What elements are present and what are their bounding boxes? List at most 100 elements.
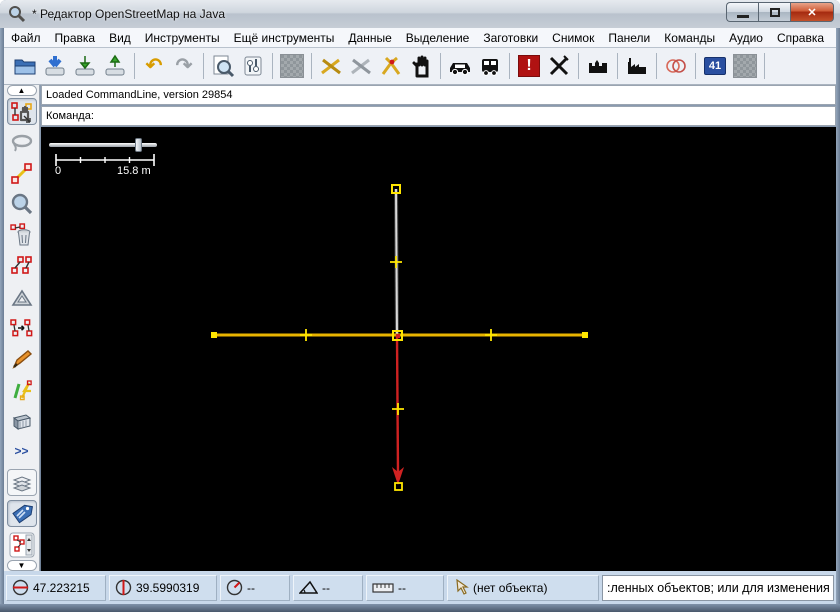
tools-inactive-button[interactable] — [346, 51, 376, 81]
longitude-icon — [115, 579, 132, 596]
set-square-icon — [11, 289, 32, 306]
imagery-placeholder-button[interactable] — [277, 51, 307, 81]
minimize-button[interactable] — [726, 2, 758, 22]
lasso-tool-button[interactable] — [7, 129, 37, 156]
upload-button[interactable] — [100, 51, 130, 81]
menu-edit[interactable]: Правка — [48, 29, 103, 47]
zoom-tool-button[interactable] — [7, 191, 37, 218]
pan-tool-button[interactable] — [406, 51, 436, 81]
toolbar-separator — [578, 53, 579, 79]
menu-audio[interactable]: Аудио — [722, 29, 770, 47]
node-east-end[interactable] — [582, 332, 588, 338]
sidebar-scroll-down-button[interactable]: ▼ — [6, 559, 37, 571]
upload-icon — [105, 54, 125, 76]
command-row[interactable]: Команда: — [41, 106, 836, 126]
maximize-button[interactable] — [758, 2, 790, 22]
extrude-block-icon — [12, 414, 31, 430]
node-west-end[interactable] — [211, 332, 217, 338]
improve-accuracy-tool-button[interactable] — [7, 376, 37, 403]
command-label: Команда: — [46, 110, 94, 122]
toolbar-separator — [617, 53, 618, 79]
latitude-icon — [12, 579, 29, 596]
crossed-tools-icon — [321, 58, 341, 75]
close-icon: ✕ — [807, 6, 817, 19]
longitude-value: 39.5990319 — [136, 580, 200, 595]
draw-way-tool-button[interactable] — [7, 160, 37, 187]
heading-value: -- — [247, 580, 255, 595]
angle-field: -- — [293, 574, 363, 601]
redo-button[interactable]: ↷ — [169, 51, 199, 81]
menu-more-tools[interactable]: Ещё инструменты — [227, 29, 342, 47]
angle-snap-tool-button[interactable] — [7, 284, 37, 311]
follow-line-icon — [9, 319, 32, 337]
menu-view[interactable]: Вид — [102, 29, 138, 47]
magnifier-icon — [11, 194, 32, 215]
heading-field: -- — [220, 574, 290, 601]
tools-active-button[interactable] — [316, 51, 346, 81]
close-button[interactable]: ✕ — [790, 2, 834, 22]
menu-presets[interactable]: Заготовки — [476, 29, 545, 47]
save-button[interactable] — [40, 51, 70, 81]
map-canvas[interactable]: 0 15.8 m — [41, 127, 836, 571]
factory-button[interactable] — [622, 51, 652, 81]
layers-panel-button[interactable] — [6, 468, 37, 496]
menu-imagery[interactable]: Снимок — [545, 29, 601, 47]
tags-panel-button[interactable] — [6, 499, 37, 528]
unglue-tool-button[interactable] — [7, 253, 37, 280]
scroll-down-icon: ▼ — [17, 560, 26, 570]
angle-icon — [299, 580, 318, 595]
latitude-field: 47.223215 — [6, 574, 106, 601]
sidebar-scroll-up-button[interactable]: ▲ — [6, 85, 37, 96]
object-info-value: (нет объекта) — [473, 580, 548, 595]
map-objects-layer — [211, 184, 588, 491]
menu-commands[interactable]: Команды — [657, 29, 722, 47]
heading-compass-icon — [226, 579, 243, 596]
menu-help[interactable]: Справка — [770, 29, 831, 47]
warning-button[interactable]: ! — [514, 51, 544, 81]
undo-button[interactable]: ↶ — [139, 51, 169, 81]
pencil-tool-button[interactable] — [7, 345, 37, 372]
node-south-end[interactable] — [394, 482, 403, 491]
restriction-button[interactable] — [544, 51, 574, 81]
placeholder-button[interactable] — [730, 51, 760, 81]
menu-data[interactable]: Данные — [341, 29, 398, 47]
log-message: Loaded CommandLine, version 29854 — [46, 89, 233, 101]
tools-red-dot-button[interactable] — [376, 51, 406, 81]
toolbar-separator — [311, 53, 312, 79]
help-text: :ленных объектов; или для изменения выде… — [607, 580, 833, 595]
search-preferences-button[interactable] — [208, 51, 238, 81]
car-button[interactable] — [445, 51, 475, 81]
bus-button[interactable] — [475, 51, 505, 81]
toolbar-separator — [509, 53, 510, 79]
title-bar[interactable]: * Редактор OpenStreetMap на Java ✕ — [0, 0, 840, 28]
menu-tools[interactable]: Инструменты — [138, 29, 227, 47]
cross-icon — [549, 55, 569, 76]
object-info-field: (нет объекта) — [447, 574, 599, 601]
placeholder-icon — [733, 54, 757, 78]
longitude-field: 39.5990319 — [109, 574, 217, 601]
speed-limit-button[interactable]: 41 — [700, 51, 730, 81]
delete-tool-button[interactable] — [7, 222, 37, 249]
redo-icon: ↷ — [175, 55, 193, 77]
menu-file[interactable]: Файл — [4, 29, 48, 47]
relation-widget-button[interactable] — [7, 531, 37, 558]
castle-icon — [589, 60, 607, 73]
rings-button[interactable] — [661, 51, 691, 81]
toolbar-separator — [440, 53, 441, 79]
status-bar: 47.223215 39.5990319 -- -- -- (нет объек… — [4, 571, 836, 604]
toolbar-separator — [272, 53, 273, 79]
save-icon — [45, 56, 65, 76]
menu-selection[interactable]: Выделение — [399, 29, 477, 47]
follow-line-tool-button[interactable] — [7, 314, 37, 341]
main-toolbar: ↶ ↷ ! 41 — [4, 48, 836, 85]
more-tools-button[interactable]: >> — [7, 438, 37, 465]
window-title: * Редактор OpenStreetMap на Java — [32, 7, 226, 21]
download-button[interactable] — [70, 51, 100, 81]
menu-windows[interactable]: Панели — [601, 29, 657, 47]
castle-button[interactable] — [583, 51, 613, 81]
preferences-button[interactable] — [238, 51, 268, 81]
extrude-tool-button[interactable] — [7, 407, 37, 434]
select-tool-button[interactable] — [6, 98, 37, 126]
search-preferences-icon — [213, 55, 235, 78]
open-file-button[interactable] — [10, 51, 40, 81]
